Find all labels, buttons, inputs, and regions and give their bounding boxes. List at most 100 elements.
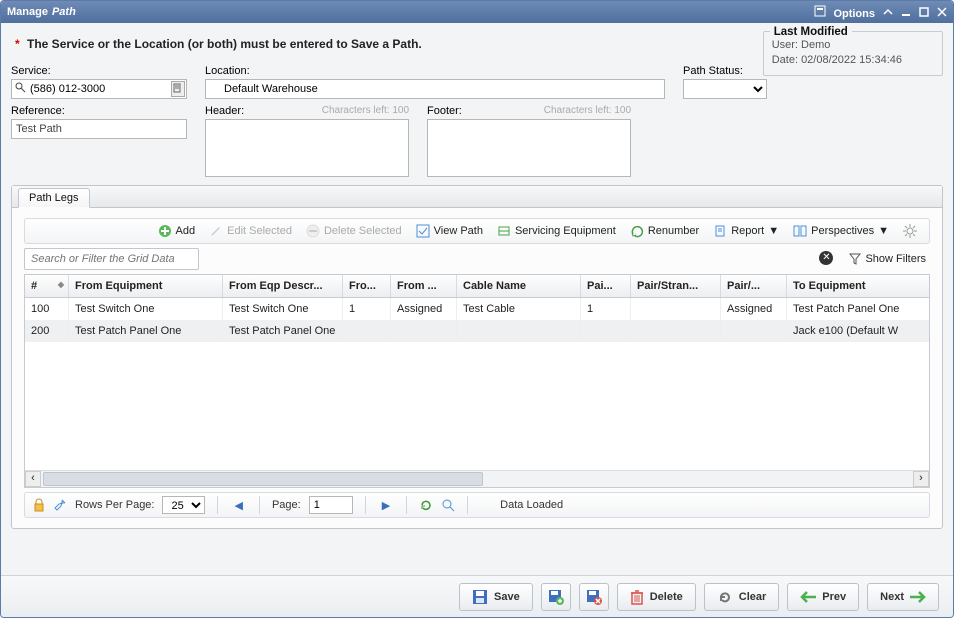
last-mod-date-label: Date: [772,54,798,66]
plus-icon [158,224,172,238]
perspectives-icon [793,224,807,238]
tab-path-legs-label: Path Legs [29,192,79,204]
reference-label: Reference: [11,105,187,117]
grid-search-row: ✕ Show Filters [24,248,930,270]
save-icon [472,589,488,605]
zoom-icon[interactable] [441,498,455,512]
grid-footer: Rows Per Page: 25 ◀ Page: ▶ Data Loaded [24,492,930,518]
save-close-button[interactable] [579,583,609,611]
gear-icon [903,224,917,238]
maximize-button[interactable] [919,7,929,17]
options-menu[interactable]: Options [814,5,875,20]
table-row[interactable]: 100 Test Switch One Test Switch One 1 As… [25,298,929,320]
scroll-thumb[interactable] [43,472,483,486]
show-filters-button[interactable]: Show Filters [845,251,930,267]
refresh-icon[interactable] [419,498,433,512]
search-icon [15,82,26,93]
page-input[interactable] [309,496,353,514]
refresh-icon [717,589,733,605]
reference-input [11,119,187,139]
titlebar: Manage Path Options [1,1,953,23]
minimize-button[interactable] [901,7,911,17]
footer-textarea[interactable] [427,119,631,177]
last-modified-heading: Last Modified [770,24,852,40]
options-label: Options [833,8,875,20]
warning-text: The Service or the Location (or both) mu… [27,37,422,51]
gear-button[interactable] [897,222,923,240]
col-num[interactable]: #◆ [25,275,69,297]
report-button[interactable]: Report ▼ [707,222,785,240]
last-mod-user-value: Demo [801,39,830,51]
grid-toolbar: Add Edit Selected Delete Selected View P… [24,218,930,244]
view-path-icon [416,224,430,238]
rows-per-page-label: Rows Per Page: [75,499,154,511]
grid-body: 100 Test Switch One Test Switch One 1 As… [25,298,929,470]
rows-per-page-select[interactable]: 25 [162,496,205,514]
scroll-left-icon[interactable]: ‹ [25,471,41,487]
service-input[interactable] [11,79,187,99]
grid-search-input[interactable] [24,248,199,270]
header-textarea[interactable] [205,119,409,177]
last-modified-box: Last Modified User: Demo Date: 02/08/202… [763,31,943,76]
page-prev-icon[interactable]: ◀ [230,499,246,512]
col-pai[interactable]: Pai... [581,275,631,297]
service-lookup[interactable] [11,79,187,99]
service-dropdown-icon[interactable] [171,81,185,97]
add-button[interactable]: Add [152,222,202,240]
lock-icon[interactable] [33,498,45,512]
save-as-button[interactable] [541,583,571,611]
col-pair2[interactable]: Pair/... [721,275,787,297]
minus-circle-icon [306,224,320,238]
last-mod-date-value: 02/08/2022 15:34:46 [801,54,902,66]
col-from-eq[interactable]: From Equipment [69,275,223,297]
col-from-desc[interactable]: From Eqp Descr... [223,275,343,297]
equipment-icon [497,224,511,238]
renumber-icon [630,224,644,238]
title-em: Path [52,6,76,18]
col-cable[interactable]: Cable Name [457,275,581,297]
report-icon [713,224,727,238]
last-mod-user-label: User: [772,39,798,51]
path-legs-panel: Path Legs Add Edit Selected Delete Selec… [11,185,943,529]
pencil-icon [209,224,223,238]
edit-selected-button: Edit Selected [203,222,298,240]
location-input[interactable] [205,79,665,99]
footer-label: Footer: [427,105,462,117]
path-status-select[interactable] [683,79,767,99]
tab-path-legs[interactable]: Path Legs [18,188,90,208]
col-fro[interactable]: Fro... [343,275,391,297]
header-chars-left: Characters left: 100 [322,105,409,119]
scroll-right-icon[interactable]: › [913,471,929,487]
wrench-icon[interactable] [53,498,67,512]
collapse-button[interactable] [883,7,893,17]
arrow-left-icon [800,591,816,603]
servicing-equipment-button[interactable]: Servicing Equipment [491,222,622,240]
col-pairstrand[interactable]: Pair/Stran... [631,275,721,297]
col-to-eq[interactable]: To Equipment [787,275,930,297]
col-from2[interactable]: From ... [391,275,457,297]
horizontal-scrollbar[interactable]: ‹ › [25,470,929,487]
grid-status: Data Loaded [500,499,563,511]
prev-button[interactable]: Prev [787,583,859,611]
clear-search-icon[interactable]: ✕ [819,251,833,265]
renumber-button[interactable]: Renumber [624,222,705,240]
options-icon [814,5,826,17]
delete-button[interactable]: Delete [617,583,696,611]
save-button[interactable]: Save [459,583,533,611]
form-area: Last Modified User: Demo Date: 02/08/202… [1,23,953,575]
header-label: Header: [205,105,244,117]
close-button[interactable] [937,7,947,17]
trash-icon [630,589,644,605]
service-label: Service: [11,65,187,77]
next-button[interactable]: Next [867,583,939,611]
chevron-down-icon: ▼ [768,225,779,237]
clear-button[interactable]: Clear [704,583,780,611]
title-lead: Manage [7,6,48,18]
view-path-button[interactable]: View Path [410,222,489,240]
perspectives-button[interactable]: Perspectives ▼ [787,222,895,240]
table-row[interactable]: 200 Test Patch Panel One Test Patch Pane… [25,320,929,342]
chevron-down-icon: ▼ [878,225,889,237]
funnel-icon [849,253,861,265]
tab-strip: Path Legs [12,186,942,208]
page-next-icon[interactable]: ▶ [378,499,394,512]
